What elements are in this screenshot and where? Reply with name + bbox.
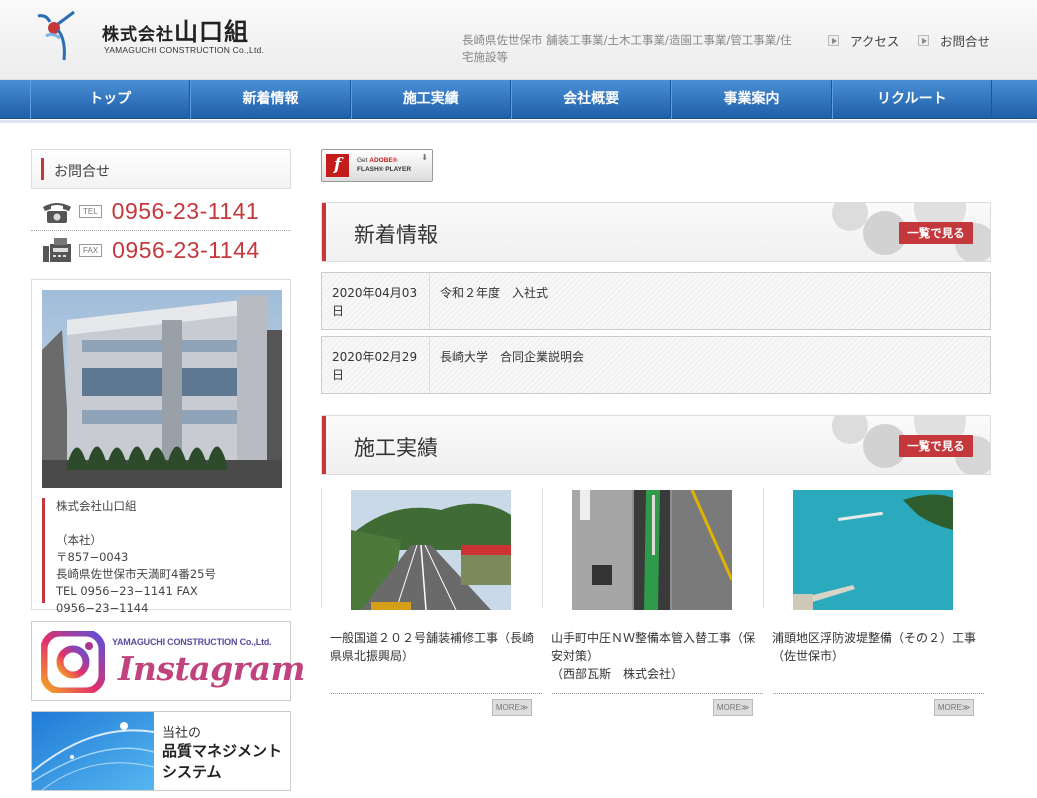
quality-line3: システム bbox=[162, 763, 222, 781]
dotted-divider bbox=[331, 693, 542, 694]
business-tagline: 長崎県佐世保市 舗装工事業/土木工事業/造園工事業/管工事業/住宅施設等 bbox=[462, 33, 792, 64]
news-section-header: 新着情報 一覧で見る bbox=[321, 202, 991, 262]
more-button[interactable]: MORE≫ bbox=[492, 699, 532, 716]
work-title: 一般国道２０２号舗装補修工事（長崎県県北振興局） bbox=[330, 631, 535, 663]
company-name-prefix: 株式会社 bbox=[102, 25, 174, 45]
nav-item-recruit[interactable]: リクルート bbox=[831, 80, 992, 119]
address-tel-fax: TEL 0956−23−1141 FAX 0956−23−1144 bbox=[56, 584, 198, 615]
fax-number: 0956-23-1144 bbox=[112, 236, 260, 263]
nav-item-business[interactable]: 事業案内 bbox=[671, 80, 832, 119]
fax-row[interactable]: FAX 0956-23-1144 bbox=[31, 231, 291, 269]
company-name-main: 山口組 bbox=[174, 18, 249, 46]
news-date: 2020年04月03日 bbox=[322, 273, 430, 329]
works-section-header: 施工実績 一覧で見る bbox=[321, 415, 991, 475]
instagram-company-en: YAMAGUCHI CONSTRUCTION Co.,Ltd. bbox=[112, 637, 272, 647]
fax-icon bbox=[43, 238, 71, 262]
work-title: 山手町中圧ＮＷ整備本管入替工事（保安対策） （西部瓦斯 株式会社） bbox=[551, 631, 756, 681]
headquarters-photo bbox=[42, 290, 282, 488]
quality-line1: 当社の bbox=[162, 726, 202, 741]
telephone-icon bbox=[43, 202, 71, 223]
contact-link-label: お問合せ bbox=[940, 34, 991, 49]
news-view-all-button[interactable]: 一覧で見る bbox=[899, 222, 973, 244]
card-divider bbox=[763, 488, 764, 608]
heading-accent-bar bbox=[322, 203, 326, 261]
company-address: 株式会社山口組 （本社） 〒857−0043 長崎県佐世保市天満町4番25号 T… bbox=[42, 498, 282, 615]
heading-accent-bar bbox=[41, 158, 44, 180]
work-photo-road[interactable] bbox=[351, 490, 511, 610]
flash-badge-get: Get bbox=[357, 157, 370, 164]
address-branch: （本社） bbox=[56, 533, 102, 547]
work-photo-breakwater[interactable] bbox=[793, 490, 953, 610]
download-arrow-icon: ⬇ bbox=[421, 153, 428, 162]
dotted-divider bbox=[552, 693, 763, 694]
work-title: 浦頭地区浮防波堤整備（その２）工事（佐世保市） bbox=[772, 631, 977, 663]
more-button[interactable]: MORE≫ bbox=[713, 699, 753, 716]
work-card[interactable]: 一般国道２０２号舗装補修工事（長崎県県北振興局） MORE≫ bbox=[321, 488, 542, 720]
news-title-link[interactable]: 令和２年度 入社式 bbox=[440, 284, 548, 301]
dotted-divider bbox=[773, 693, 984, 694]
instagram-banner[interactable]: YAMAGUCHI CONSTRUCTION Co.,Ltd. Instagra… bbox=[31, 621, 305, 701]
company-info-box: 株式会社山口組 （本社） 〒857−0043 長崎県佐世保市天満町4番25号 T… bbox=[31, 279, 291, 615]
quality-banner-graphic bbox=[32, 712, 154, 790]
works-section-title: 施工実績 bbox=[354, 436, 438, 460]
flash-badge-line2: FLASH® PLAYER bbox=[357, 166, 412, 173]
access-link[interactable]: アクセス bbox=[828, 31, 899, 50]
nav-item-works[interactable]: 施工実績 bbox=[350, 80, 511, 119]
news-item[interactable]: 2020年04月03日 令和２年度 入社式 bbox=[321, 272, 991, 330]
address-street: 長崎県佐世保市天満町4番25号 bbox=[56, 567, 216, 581]
nav-item-top[interactable]: トップ bbox=[30, 80, 191, 119]
nav-divider bbox=[0, 120, 1037, 123]
more-button[interactable]: MORE≫ bbox=[934, 699, 974, 716]
card-divider bbox=[321, 488, 322, 608]
contact-link[interactable]: お問合せ bbox=[918, 31, 990, 50]
instagram-wordmark: Instagram bbox=[118, 649, 305, 688]
company-logo-icon[interactable] bbox=[36, 10, 76, 62]
site-header: 株式会社山口組 YAMAGUCHI CONSTRUCTION Co.,Ltd. … bbox=[0, 0, 1037, 80]
work-card[interactable]: 浦頭地区浮防波堤整備（その２）工事（佐世保市） MORE≫ bbox=[763, 488, 984, 720]
quality-line2: 品質マネジメント bbox=[162, 742, 283, 760]
get-flash-player-badge[interactable]: f Get ADOBE® FLASH® PLAYER ⬇ bbox=[321, 149, 433, 182]
card-divider bbox=[542, 488, 543, 608]
news-title-link[interactable]: 長崎大学 合同企業説明会 bbox=[440, 348, 584, 365]
instagram-icon bbox=[41, 631, 105, 693]
nav-item-company[interactable]: 会社概要 bbox=[510, 80, 672, 119]
quality-management-banner[interactable]: 当社の 品質マネジメント システム bbox=[31, 711, 291, 791]
news-section-title: 新着情報 bbox=[354, 223, 438, 247]
address-postal: 〒857−0043 bbox=[56, 550, 129, 564]
contact-heading-label: お問合せ bbox=[54, 164, 110, 180]
access-link-label: アクセス bbox=[850, 34, 900, 49]
play-arrow-icon bbox=[828, 35, 839, 46]
fax-tag: FAX bbox=[79, 243, 103, 257]
tel-tag: TEL bbox=[79, 205, 102, 218]
global-nav: トップ 新着情報 施工実績 会社概要 事業案内 リクルート bbox=[0, 80, 1037, 119]
tel-row[interactable]: TEL 0956-23-1141 bbox=[31, 193, 291, 231]
work-card[interactable]: 山手町中圧ＮＷ整備本管入替工事（保安対策） （西部瓦斯 株式会社） MORE≫ bbox=[542, 488, 763, 720]
play-arrow-icon bbox=[918, 35, 929, 46]
flash-logo-icon: f bbox=[326, 154, 349, 177]
news-item[interactable]: 2020年02月29日 長崎大学 合同企業説明会 bbox=[321, 336, 991, 394]
tel-number: 0956-23-1141 bbox=[111, 198, 260, 224]
flash-badge-line1: Get ADOBE® bbox=[357, 157, 398, 164]
address-company: 株式会社山口組 bbox=[56, 499, 137, 513]
company-name[interactable]: 株式会社山口組 bbox=[102, 12, 249, 47]
global-nav-items: トップ 新着情報 施工実績 会社概要 事業案内 リクルート bbox=[30, 80, 992, 119]
flash-badge-brand: ADOBE® bbox=[369, 157, 398, 164]
news-date: 2020年02月29日 bbox=[322, 337, 430, 393]
works-view-all-button[interactable]: 一覧で見る bbox=[899, 435, 973, 457]
company-name-en: YAMAGUCHI CONSTRUCTION Co.,Ltd. bbox=[104, 45, 265, 55]
work-photo-pipe[interactable] bbox=[572, 490, 732, 610]
heading-accent-bar bbox=[322, 416, 326, 474]
contact-heading: お問合せ bbox=[31, 149, 291, 189]
nav-item-news[interactable]: 新着情報 bbox=[190, 80, 351, 119]
